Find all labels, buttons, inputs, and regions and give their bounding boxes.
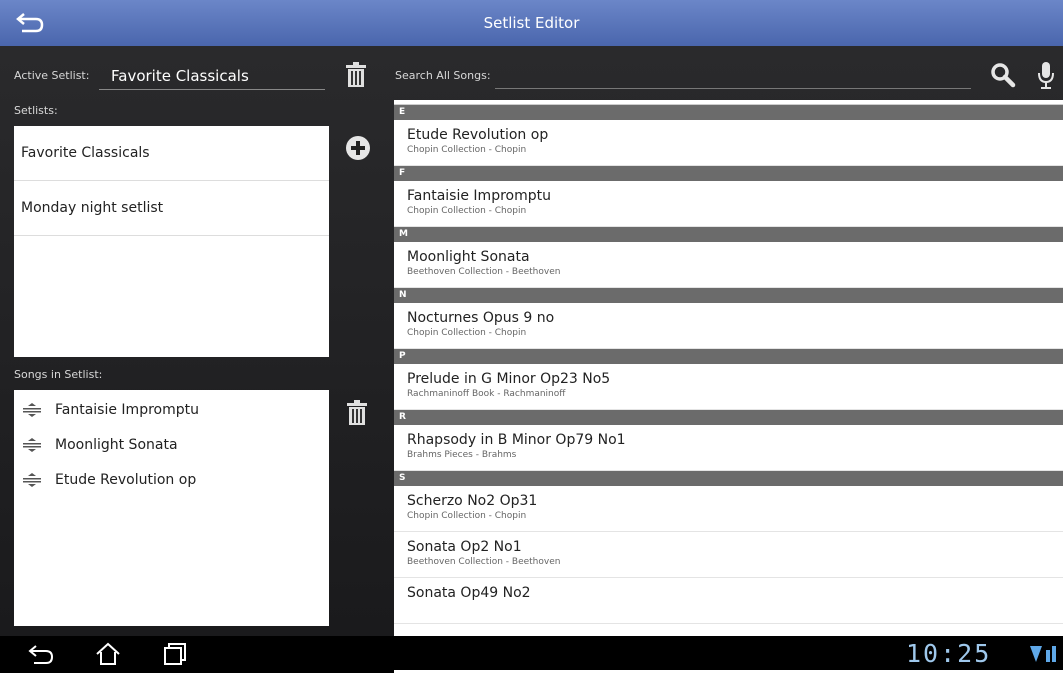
microphone-icon[interactable] [1036,60,1056,90]
song-item[interactable]: Etude Revolution op Chopin Collection - … [394,120,1063,166]
search-input[interactable] [495,72,971,89]
system-nav-bar: 10:25 [0,636,1063,670]
remove-song-icon[interactable] [346,400,368,426]
drag-handle-icon[interactable] [23,437,41,452]
add-setlist-icon[interactable] [343,133,373,163]
drag-handle-icon[interactable] [23,402,41,417]
nav-back-icon[interactable] [26,642,56,666]
setlist-item[interactable]: Favorite Classicals [14,126,329,181]
nav-home-icon[interactable] [93,642,123,666]
song-title: Etude Revolution op [407,127,549,143]
song-item[interactable]: Moonlight Sonata Beethoven Collection - … [394,242,1063,288]
song-title: Sonata Op2 No1 [407,539,522,555]
song-item[interactable]: Scherzo No2 Op31 Chopin Collection - Cho… [394,486,1063,532]
song-item[interactable]: Sonata Op49 No2 [394,578,1063,624]
song-subtitle: Chopin Collection - Chopin [407,206,527,216]
song-subtitle: Brahms Pieces - Brahms [407,450,517,460]
song-subtitle: Beethoven Collection - Beethoven [407,267,561,277]
title-bar: Setlist Editor [0,0,1063,46]
main-content: Active Setlist: Favorite Classicals Setl… [0,46,1063,673]
section-header: F [394,166,1063,181]
song-item[interactable]: Nocturnes Opus 9 no Chopin Collection - … [394,303,1063,349]
search-icon[interactable] [990,62,1016,88]
song-title: Rhapsody in B Minor Op79 No1 [407,432,626,448]
setlist-songs-panel: Fantaisie Impromptu Moonlight Sonata Etu… [14,390,329,626]
setlist-song-row[interactable]: Fantaisie Impromptu [14,392,329,427]
active-setlist-label: Active Setlist: [14,69,90,82]
setlist-item[interactable]: Monday night setlist [14,181,329,236]
active-setlist-field[interactable]: Favorite Classicals [99,62,325,90]
song-title: Moonlight Sonata [407,249,530,265]
setlists-panel: Favorite Classicals Monday night setlist [14,126,329,357]
song-item[interactable]: Fantaisie Impromptu Chopin Collection - … [394,181,1063,227]
song-item[interactable]: Prelude in G Minor Op23 No5 Rachmaninoff… [394,364,1063,410]
page-title: Setlist Editor [483,14,580,32]
setlist-song-title: Fantaisie Impromptu [55,401,199,418]
song-title: Nocturnes Opus 9 no [407,310,555,326]
song-title: Scherzo No2 Op31 [407,493,538,509]
section-header: N [394,288,1063,303]
song-title: Sonata Op49 No2 [407,585,531,601]
setlist-song-title: Etude Revolution op [55,471,197,488]
setlist-song-row[interactable]: Etude Revolution op [14,462,329,497]
song-subtitle: Beethoven Collection - Beethoven [407,557,561,567]
section-header: S [394,471,1063,486]
status-clock: 10:25 [906,639,992,668]
setlist-song-title: Moonlight Sonata [55,436,178,453]
all-songs-list[interactable]: E Etude Revolution op Chopin Collection … [394,100,1063,673]
song-title: Fantaisie Impromptu [407,188,551,204]
drag-handle-icon[interactable] [23,472,41,487]
nav-recent-apps-icon[interactable] [159,642,189,666]
song-subtitle: Chopin Collection - Chopin [407,145,527,155]
song-subtitle: Rachmaninoff Book - Rachmaninoff [407,389,566,399]
section-header: P [394,349,1063,364]
song-title: Prelude in G Minor Op23 No5 [407,371,611,387]
songs-in-setlist-label: Songs in Setlist: [14,368,103,381]
delete-setlist-icon[interactable] [345,62,367,88]
song-subtitle: Chopin Collection - Chopin [407,511,527,521]
section-header: M [394,227,1063,242]
wifi-signal-icon [1030,646,1056,662]
section-header: R [394,410,1063,425]
setlists-label: Setlists: [14,104,58,117]
song-subtitle: Chopin Collection - Chopin [407,328,527,338]
setlist-song-row[interactable]: Moonlight Sonata [14,427,329,462]
search-label: Search All Songs: [395,69,491,82]
song-item[interactable]: Sonata Op2 No1 Beethoven Collection - Be… [394,532,1063,578]
song-item[interactable]: Rhapsody in B Minor Op79 No1 Brahms Piec… [394,425,1063,471]
section-header: E [394,105,1063,120]
